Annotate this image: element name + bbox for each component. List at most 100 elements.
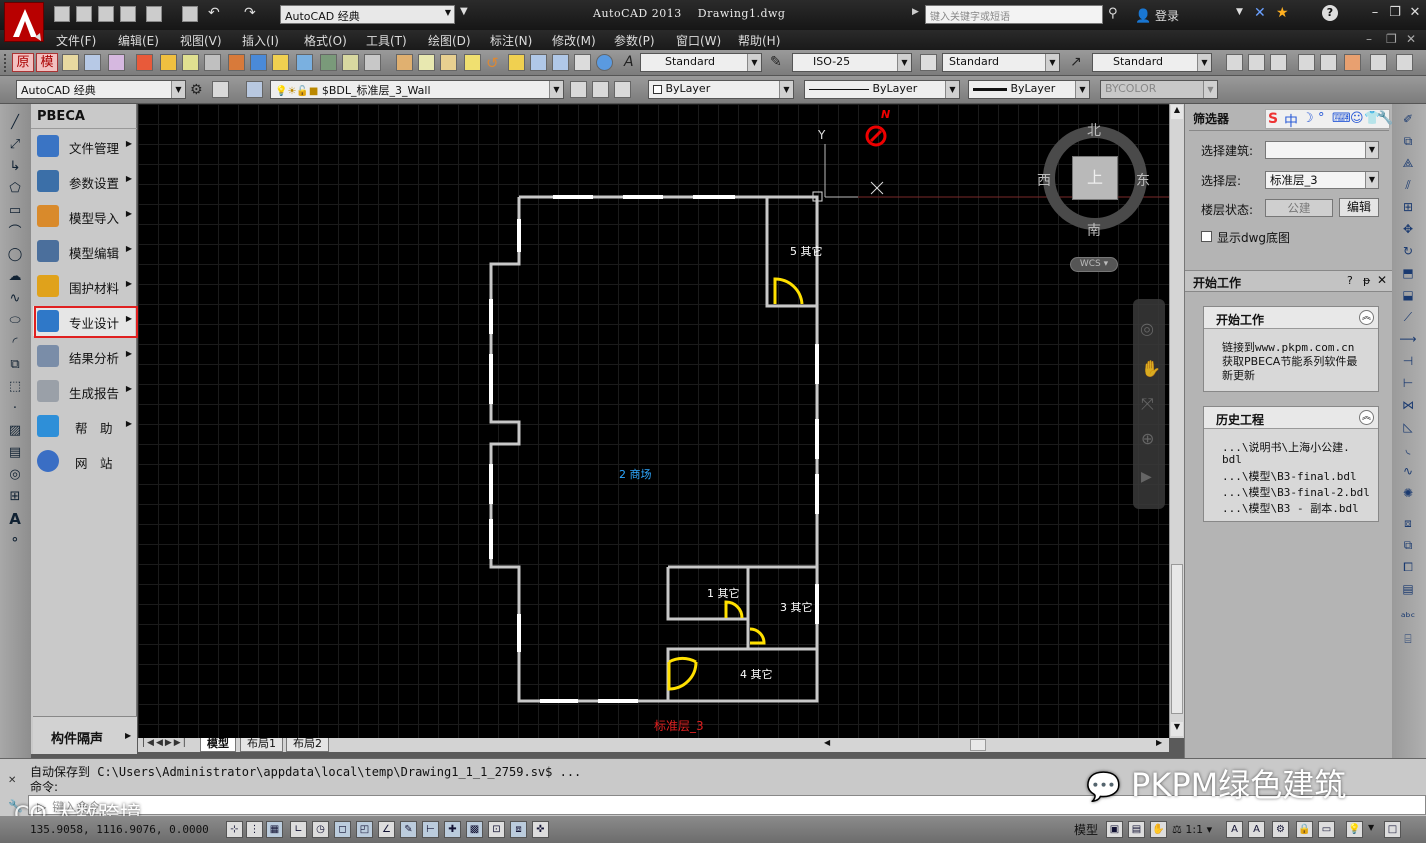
start-card-header[interactable]: 开始工作 ︽ xyxy=(1204,307,1378,329)
history-item[interactable]: ...\模型\B3 - 副本.bdl xyxy=(1222,502,1359,516)
properties-icon[interactable] xyxy=(574,54,591,71)
expand-icon[interactable]: ▶ xyxy=(912,7,919,17)
model-space-button[interactable]: 模型 xyxy=(1074,821,1098,838)
panel-close-icon[interactable]: ✕ xyxy=(1377,273,1387,287)
scroll-down-arrow[interactable]: ▼ xyxy=(1171,722,1183,736)
status-menu-icon[interactable]: ▼ xyxy=(1368,823,1374,832)
new-icon[interactable] xyxy=(54,6,70,22)
zoom-previous-icon[interactable] xyxy=(552,54,569,71)
ellipse-icon[interactable]: ⬭ xyxy=(6,312,24,330)
help-icon[interactable]: ? xyxy=(1322,5,1338,21)
qa-customize-icon[interactable]: ▼ xyxy=(460,6,468,17)
menu-dimension[interactable]: 标注(N) xyxy=(490,32,532,49)
zoom-extents-icon[interactable]: ⤧ xyxy=(1141,394,1154,414)
orbit-icon[interactable]: ⊕ xyxy=(1141,429,1154,448)
scroll-right-arrow[interactable]: ▶ xyxy=(1156,738,1162,747)
start-card-line[interactable]: 新更新 xyxy=(1222,369,1255,383)
select-building-combo[interactable]: ▼ xyxy=(1265,141,1379,159)
pin-icon[interactable]: ᵽ xyxy=(1363,274,1370,287)
pbeca-item-params[interactable]: 参数设置 ▶ xyxy=(33,166,135,196)
revcloud-icon[interactable]: ☁ xyxy=(6,268,24,286)
color-select[interactable]: ByLayer ▼ xyxy=(648,80,794,99)
keyboard-icon[interactable]: ⌨ xyxy=(1332,111,1351,126)
viewcube-east[interactable]: 东 xyxy=(1136,170,1150,190)
show-dwg-checkbox[interactable] xyxy=(1201,231,1212,242)
workspace-settings-icon[interactable] xyxy=(212,81,229,98)
draworder-front-icon[interactable]: ⧉ xyxy=(1399,536,1417,554)
menu-format[interactable]: 格式(O) xyxy=(304,32,347,49)
spline-icon[interactable]: ∿ xyxy=(6,290,24,308)
vscroll-thumb[interactable] xyxy=(1171,564,1183,714)
ortho-button[interactable]: ∟ xyxy=(290,821,307,838)
layer-iso-icon[interactable] xyxy=(614,81,631,98)
steering-wheel-icon[interactable]: ◎ xyxy=(1140,319,1154,338)
coordinates-readout[interactable]: 135.9058, 1116.9076, 0.0000 xyxy=(30,823,209,836)
ducs-button[interactable]: ✎ xyxy=(400,821,417,838)
scroll-left-arrow[interactable]: ◀ xyxy=(824,738,830,747)
doc-restore-button[interactable]: ❐ xyxy=(1386,32,1397,46)
3dosnap-button[interactable]: ◰ xyxy=(356,821,373,838)
design-center-icon[interactable] xyxy=(596,54,613,71)
auto-scale-icon[interactable]: A xyxy=(1248,821,1265,838)
app-logo[interactable] xyxy=(4,2,44,42)
sc-button[interactable]: ⧈ xyxy=(510,821,527,838)
offset-icon[interactable]: ⫽ xyxy=(1399,176,1417,194)
open2-icon[interactable] xyxy=(1248,54,1265,71)
hscroll-thumb[interactable] xyxy=(970,739,986,751)
polar-button[interactable]: ◷ xyxy=(312,821,329,838)
restore-button[interactable]: ❐ xyxy=(1384,5,1406,23)
snap-mode-button[interactable]: ⋮ xyxy=(246,821,263,838)
yuan-button[interactable]: 原 xyxy=(12,53,34,72)
otrack-button[interactable]: ∠ xyxy=(378,821,395,838)
toolbar-lock-icon[interactable]: 🔒 xyxy=(1296,821,1313,838)
window-tool-icon[interactable] xyxy=(160,54,177,71)
roof-icon[interactable] xyxy=(228,54,245,71)
moon-icon[interactable]: ☽ xyxy=(1302,111,1314,126)
infer-constraints-button[interactable]: ⊹ xyxy=(226,821,243,838)
viewcube-west[interactable]: 西 xyxy=(1037,170,1051,190)
open-icon[interactable] xyxy=(76,6,92,22)
menu-help[interactable]: 帮助(H) xyxy=(738,32,780,49)
pbeca-item-import[interactable]: 模型导入 ▶ xyxy=(33,201,135,231)
grid-tool-icon[interactable] xyxy=(182,54,199,71)
pbeca-bottom-item[interactable]: 构件隔声 ▶ xyxy=(33,716,137,754)
zoom-window-icon[interactable] xyxy=(530,54,547,71)
spell-icon[interactable]: ⌸ xyxy=(1399,630,1417,648)
tab-nav-arrows[interactable]: |◀◀▶▶| xyxy=(142,738,188,748)
menu-window[interactable]: 窗口(W) xyxy=(676,32,721,49)
layer-previous-icon[interactable] xyxy=(592,81,609,98)
isolate-objects-icon[interactable]: 💡 xyxy=(1346,821,1363,838)
copy-icon[interactable] xyxy=(418,54,435,71)
grid-display-button[interactable]: ▦ xyxy=(266,821,283,838)
undo-icon[interactable]: ↶ xyxy=(208,5,220,21)
history-item[interactable]: bdl xyxy=(1222,453,1242,467)
arc-icon[interactable]: ⌒ xyxy=(6,224,24,242)
hardware-accel-icon[interactable]: ▭ xyxy=(1318,821,1335,838)
floor-icon[interactable] xyxy=(320,54,337,71)
line-icon[interactable]: ╱ xyxy=(6,114,24,132)
break-point-icon[interactable]: ⊣ xyxy=(1399,352,1417,370)
scroll-up-arrow[interactable]: ▲ xyxy=(1171,105,1183,119)
save-icon[interactable] xyxy=(98,6,114,22)
save2-icon[interactable] xyxy=(1270,54,1287,71)
text-style-select[interactable]: Standard ▼ xyxy=(640,53,762,72)
array-icon[interactable]: ⊞ xyxy=(1399,198,1417,216)
command-close-icon[interactable]: ✕ xyxy=(8,775,16,786)
doc-close-button[interactable]: ✕ xyxy=(1406,32,1416,46)
add-selected-icon[interactable]: ⚬ xyxy=(6,532,24,550)
login-button[interactable]: 👤 登录 xyxy=(1135,7,1179,24)
wall-icon[interactable] xyxy=(136,54,153,71)
drawing-canvas[interactable]: Y N 2 商场 5 其它 1 其它 3 其它 4 其它 标准层_3 上 北 南… xyxy=(138,104,1169,738)
punct-icon[interactable]: ° xyxy=(1318,111,1325,126)
publish-icon[interactable] xyxy=(146,6,162,22)
collapse-icon[interactable]: ︽ xyxy=(1359,310,1374,325)
pbeca-item-material[interactable]: 围护材料 ▶ xyxy=(33,271,135,301)
wrench-icon[interactable]: 🔧 xyxy=(1377,111,1393,126)
am-button[interactable]: ✜ xyxy=(532,821,549,838)
close-button[interactable]: ✕ xyxy=(1404,5,1426,23)
stretch-icon[interactable]: ⬓ xyxy=(1399,286,1417,304)
layer-walk-icon[interactable] xyxy=(1396,54,1413,71)
workspace-switch-icon[interactable]: ⚙ xyxy=(1272,821,1289,838)
match-prop-icon[interactable] xyxy=(464,54,481,71)
linetype-select[interactable]: ByLayer ▼ xyxy=(804,80,960,99)
